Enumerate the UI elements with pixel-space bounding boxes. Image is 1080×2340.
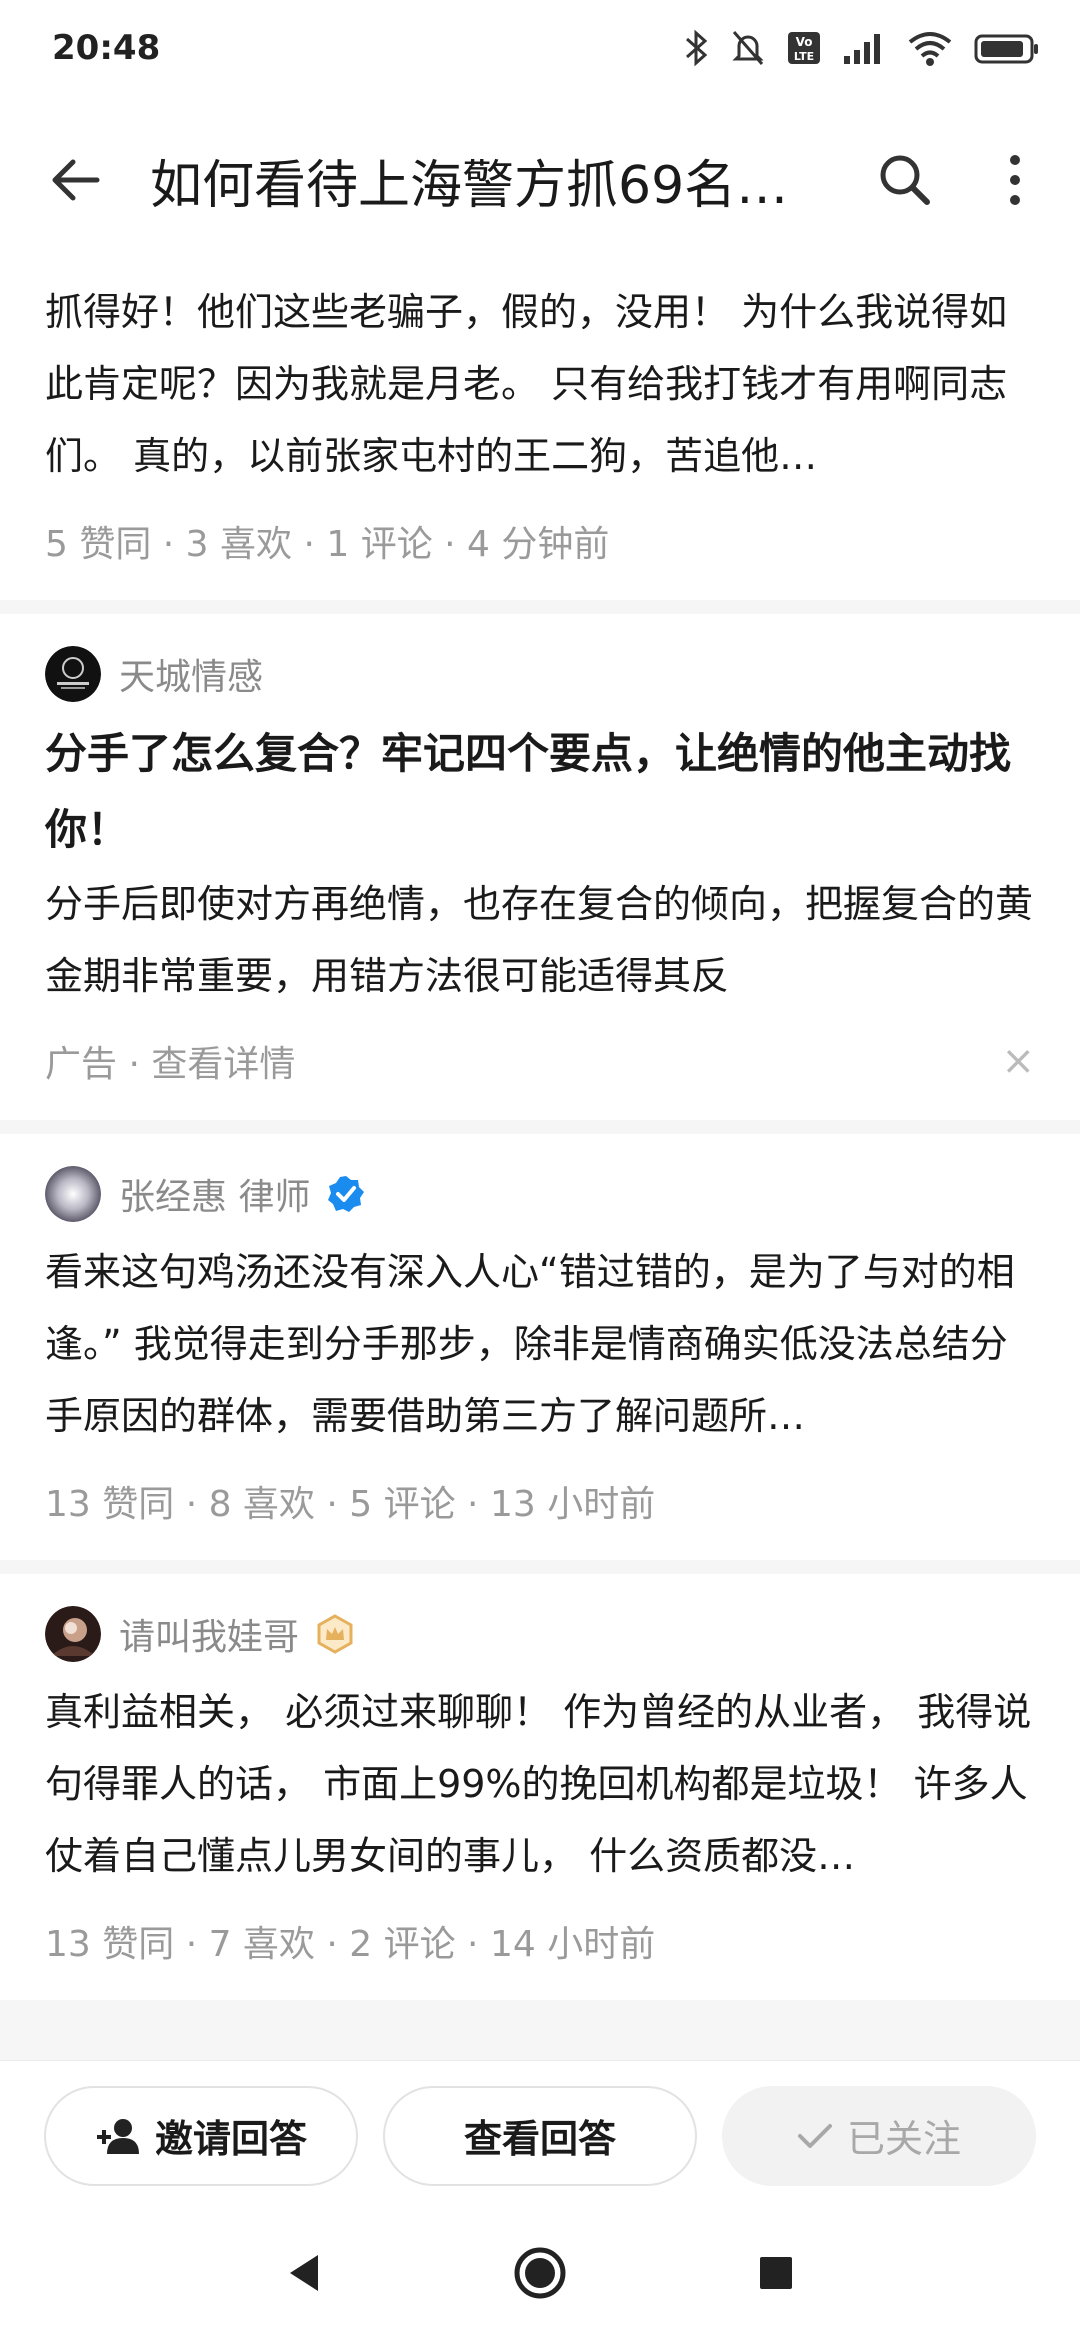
- answer-meta: 13 赞同 · 8 喜欢 · 5 评论 · 13 小时前: [45, 1484, 656, 1525]
- verified-icon: [326, 1174, 366, 1214]
- followed-label: 已关注: [846, 2117, 961, 2161]
- system-nav-bar: [0, 2210, 1080, 2340]
- wifi-icon: [906, 28, 954, 68]
- add-person-icon: [96, 2118, 139, 2154]
- invite-answer-button[interactable]: 邀请回答: [44, 2085, 358, 2186]
- app-bar: 如何看待上海警方抓69名…: [0, 120, 1080, 240]
- nav-home-button[interactable]: [512, 2245, 568, 2305]
- status-time: 20:48: [52, 28, 161, 68]
- author-name[interactable]: 请叫我娃哥: [119, 1608, 299, 1660]
- back-button[interactable]: [40, 145, 110, 215]
- avatar[interactable]: [45, 1166, 101, 1222]
- nav-back-button[interactable]: [284, 2251, 324, 2299]
- more-vertical-icon: [1010, 155, 1020, 205]
- status-bar: 20:48 Vo LTE: [0, 0, 1080, 96]
- answer-meta: 5 赞同 · 3 喜欢 · 1 评论 · 4 分钟前: [45, 524, 610, 565]
- answer-excerpt[interactable]: 抓得好！他们这些老骗子，假的，没用！ 为什么我说得如此肯定呢？因为我就是月老。 …: [45, 276, 1035, 492]
- invite-answer-label: 邀请回答: [154, 2117, 307, 2161]
- view-answers-button[interactable]: 查看回答: [383, 2085, 697, 2186]
- svg-text:Vo: Vo: [796, 35, 813, 49]
- ad-meta[interactable]: 广告 · 查看详情: [45, 1035, 295, 1087]
- answer-excerpt[interactable]: 真利益相关， 必须过来聊聊！ 作为曾经的从业者， 我得说句得罪人的话， 市面上9…: [45, 1676, 1035, 1892]
- question-action-bar: 邀请回答 查看回答 已关注: [0, 2060, 1080, 2210]
- nav-recents-button[interactable]: [756, 2253, 796, 2297]
- author-row[interactable]: 请叫我娃哥: [45, 1602, 1035, 1666]
- answer-card[interactable]: 张经惠 律师 看来这句鸡汤还没有深入人心“错过错的，是为了与对的相逢。” 我觉得…: [0, 1134, 1080, 1560]
- status-icons: Vo LTE: [684, 28, 1040, 68]
- search-icon: [880, 155, 930, 205]
- ad-text[interactable]: 分手后即使对方再绝情，也存在复合的倾向，把握复合的黄金期非常重要，用错方法很可能…: [45, 868, 1035, 1012]
- author-row[interactable]: 天城情感: [45, 642, 1035, 706]
- followed-button[interactable]: 已关注: [722, 2085, 1036, 2186]
- crown-badge-icon: [315, 1614, 355, 1654]
- view-answers-label: 查看回答: [463, 2117, 616, 2161]
- author-name[interactable]: 天城情感: [119, 648, 263, 700]
- triangle-back-icon: [290, 2255, 318, 2291]
- author-row[interactable]: 张经惠 律师: [45, 1162, 1035, 1226]
- answer-meta: 13 赞同 · 7 喜欢 · 2 评论 · 14 小时前: [45, 1924, 656, 1965]
- more-button[interactable]: [980, 145, 1050, 215]
- page-title: 如何看待上海警方抓69名…: [150, 155, 789, 216]
- bluetooth-icon: [684, 28, 710, 68]
- search-button[interactable]: [870, 145, 940, 215]
- author-name[interactable]: 张经惠 律师: [119, 1168, 310, 1220]
- check-icon: [797, 2123, 832, 2148]
- avatar[interactable]: [45, 646, 101, 702]
- square-recents-icon: [760, 2257, 792, 2289]
- answer-card[interactable]: 抓得好！他们这些老骗子，假的，没用！ 为什么我说得如此肯定呢？因为我就是月老。 …: [0, 240, 1080, 600]
- ad-card[interactable]: 天城情感 分手了怎么复合？牢记四个要点，让绝情的他主动找你！ 分手后即使对方再绝…: [0, 614, 1080, 1120]
- answer-card[interactable]: 请叫我娃哥 真利益相关， 必须过来聊聊！ 作为曾经的从业者， 我得说句得罪人的话…: [0, 1574, 1080, 2000]
- avatar[interactable]: [45, 1606, 101, 1662]
- back-arrow-icon: [52, 159, 100, 201]
- signal-icon: [842, 28, 886, 68]
- ad-title[interactable]: 分手了怎么复合？牢记四个要点，让绝情的他主动找你！: [45, 716, 1035, 868]
- answer-list[interactable]: 抓得好！他们这些老骗子，假的，没用！ 为什么我说得如此肯定呢？因为我就是月老。 …: [0, 240, 1080, 2060]
- answer-excerpt[interactable]: 看来这句鸡汤还没有深入人心“错过错的，是为了与对的相逢。” 我觉得走到分手那步，…: [45, 1236, 1035, 1452]
- battery-icon: [974, 28, 1040, 68]
- home-circle-icon: [514, 2247, 566, 2299]
- svg-text:LTE: LTE: [794, 50, 814, 63]
- volte-icon: Vo LTE: [786, 28, 822, 68]
- mute-icon: [730, 28, 766, 68]
- close-ad-button[interactable]: ×: [1001, 1038, 1035, 1084]
